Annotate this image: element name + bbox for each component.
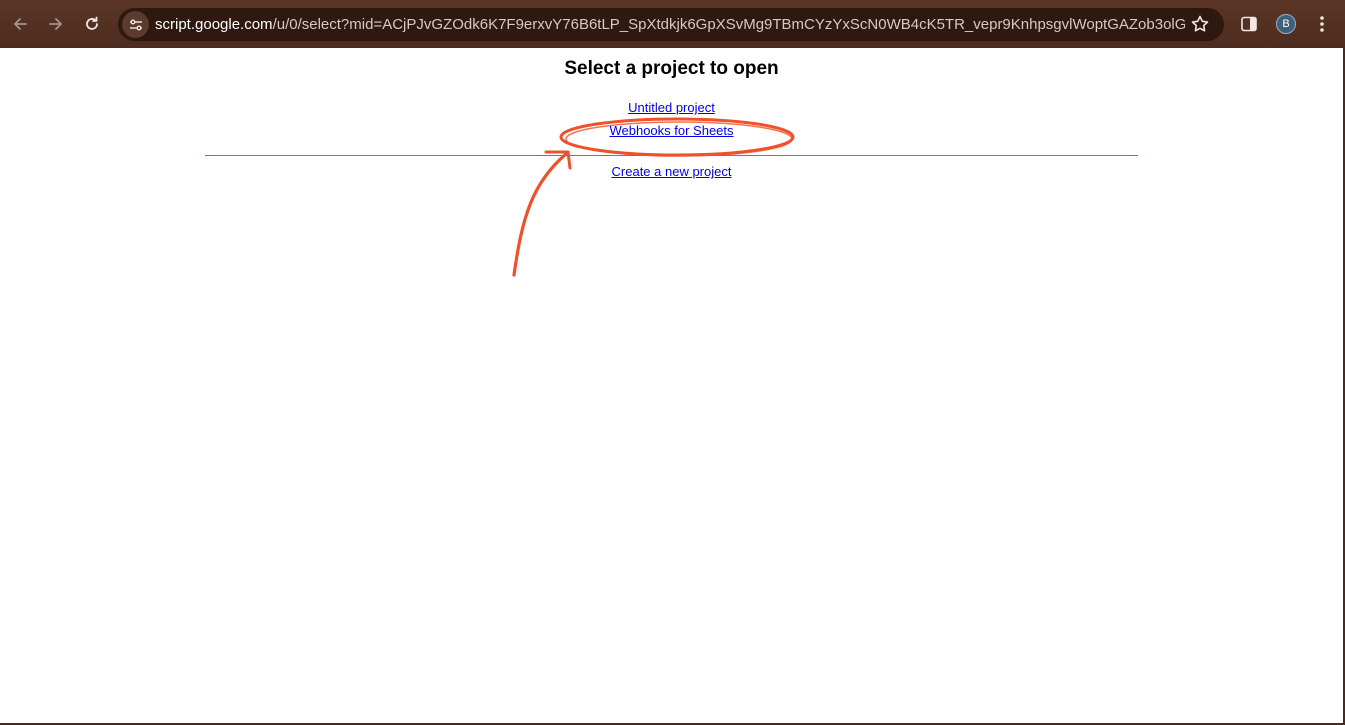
bookmark-star-icon bbox=[1191, 15, 1209, 32]
horizontal-divider bbox=[205, 155, 1138, 156]
profile-avatar[interactable]: B bbox=[1276, 14, 1296, 34]
create-new-project-link[interactable]: Create a new project bbox=[612, 164, 732, 179]
browser-menu-button[interactable] bbox=[1314, 14, 1330, 34]
project-link-webhooks-for-sheets[interactable]: Webhooks for Sheets bbox=[609, 123, 733, 138]
address-bar[interactable]: script.google.com/u/0/select?mid=ACjPJvG… bbox=[118, 8, 1224, 41]
url-path: /u/0/select?mid=ACjPJvGZOdk6K7F9erxvY76B… bbox=[272, 16, 1185, 33]
page-viewport: Select a project to open Untitled projec… bbox=[0, 48, 1345, 723]
page-title: Select a project to open bbox=[564, 58, 779, 79]
back-button[interactable] bbox=[6, 10, 34, 38]
project-link-untitled[interactable]: Untitled project bbox=[628, 100, 715, 115]
url-text[interactable]: script.google.com/u/0/select?mid=ACjPJvG… bbox=[155, 16, 1185, 34]
reload-icon bbox=[86, 16, 98, 30]
annotation-overlay bbox=[512, 117, 795, 277]
side-panel-button[interactable] bbox=[1240, 15, 1258, 33]
forward-button[interactable] bbox=[42, 10, 70, 38]
site-info-button[interactable] bbox=[122, 11, 149, 38]
url-host: script.google.com bbox=[155, 16, 273, 33]
side-panel-icon bbox=[1241, 16, 1257, 32]
kebab-menu-icon bbox=[1320, 16, 1324, 32]
profile-initial: B bbox=[1282, 18, 1290, 30]
project-list-item: Webhooks for Sheets bbox=[0, 123, 1343, 138]
back-arrow-icon bbox=[14, 18, 27, 30]
create-project-row: Create a new project bbox=[0, 164, 1343, 179]
reload-button[interactable] bbox=[78, 10, 106, 38]
forward-arrow-icon bbox=[49, 18, 62, 30]
browser-window: script.google.com/u/0/select?mid=ACjPJvG… bbox=[0, 0, 1345, 725]
bookmark-star-button[interactable] bbox=[1190, 14, 1210, 34]
project-list-item: Untitled project bbox=[0, 100, 1343, 115]
browser-toolbar: script.google.com/u/0/select?mid=ACjPJvG… bbox=[0, 0, 1345, 48]
site-info-icon bbox=[129, 19, 142, 30]
